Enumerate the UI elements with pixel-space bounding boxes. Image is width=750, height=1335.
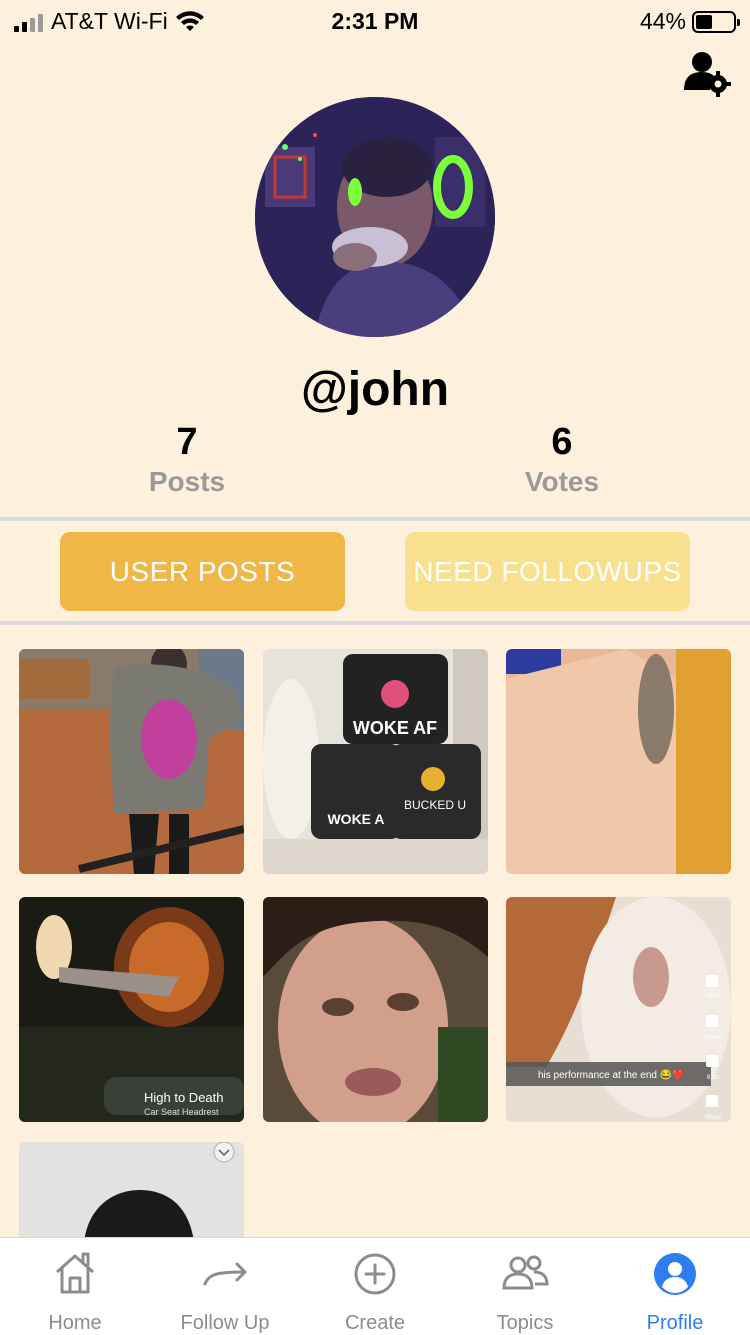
post-thumbnail[interactable] <box>19 649 244 874</box>
account-settings-button[interactable] <box>682 48 732 98</box>
divider <box>0 621 750 625</box>
post-thumbnail[interactable]: his performance at the end 😂❤️ 863K Disl… <box>506 897 731 1122</box>
post-thumbnail[interactable]: WOKE AF WOKE A BUCKED U <box>263 649 488 874</box>
share-label: Share <box>705 1115 722 1121</box>
clock: 2:31 PM <box>331 8 419 34</box>
profile-avatar <box>255 97 495 337</box>
tab-home[interactable]: Home <box>0 1238 150 1335</box>
profile-username: @john <box>300 363 450 416</box>
comments-count: 8.1K <box>707 1075 719 1081</box>
dog-caption: his performance at the end 😂❤️ <box>538 1069 685 1081</box>
tab-follow-up[interactable]: Follow Up <box>150 1238 300 1335</box>
tab-profile[interactable]: Profile <box>600 1238 750 1335</box>
user-circle-icon <box>654 1253 696 1295</box>
pumpkin-subtitle: Car Seat Headrest <box>144 1107 219 1117</box>
tab-create[interactable]: Create <box>300 1238 450 1335</box>
arrow-right-icon <box>203 1262 247 1286</box>
home-icon <box>56 1252 94 1294</box>
tab-profile-label: Profile <box>646 1312 704 1334</box>
user-gear-icon <box>684 52 731 97</box>
battery-icon <box>692 10 740 33</box>
votes-label: Votes <box>524 466 600 497</box>
post-thumbnail[interactable]: High to Death Car Seat Headrest <box>19 897 244 1122</box>
need-followups-button[interactable]: NEED FOLLOWUPS <box>405 532 690 611</box>
battery-percent: 44% <box>639 8 686 34</box>
post-thumbnail[interactable] <box>506 649 731 874</box>
post-thumbnail[interactable] <box>263 897 488 1122</box>
votes-count: 6 <box>551 421 573 463</box>
plus-circle-icon <box>354 1253 396 1295</box>
tab-topics-label: Topics <box>496 1312 554 1334</box>
tab-follow-up-label: Follow Up <box>180 1312 270 1334</box>
svg-text:WOKE A: WOKE A <box>327 811 384 827</box>
posts-count: 7 <box>176 421 198 463</box>
tab-topics[interactable]: Topics <box>450 1238 600 1335</box>
votes-stat: 6 Votes <box>412 420 712 500</box>
pumpkin-caption: High to Death <box>144 1090 224 1105</box>
user-posts-button[interactable]: USER POSTS <box>60 532 345 611</box>
dislike-label: Dislike <box>704 1035 722 1041</box>
likes-count: 863K <box>706 993 720 999</box>
svg-text:BUCKED U: BUCKED U <box>404 798 466 812</box>
svg-text:WOKE AF: WOKE AF <box>353 718 437 738</box>
posts-stat: 7 Posts <box>37 420 337 500</box>
battery-status: 44% <box>639 8 740 35</box>
posts-label: Posts <box>148 466 226 497</box>
people-icon <box>502 1255 549 1290</box>
tab-home-label: Home <box>48 1312 102 1334</box>
tab-create-label: Create <box>344 1312 406 1334</box>
bottom-tab-bar: Home Follow Up Create Topics Profile <box>0 1237 750 1335</box>
post-thumbnail[interactable] <box>19 1142 244 1242</box>
divider <box>0 517 750 521</box>
status-bar: AT&T Wi-Fi 2:31 PM 44% <box>0 0 750 44</box>
